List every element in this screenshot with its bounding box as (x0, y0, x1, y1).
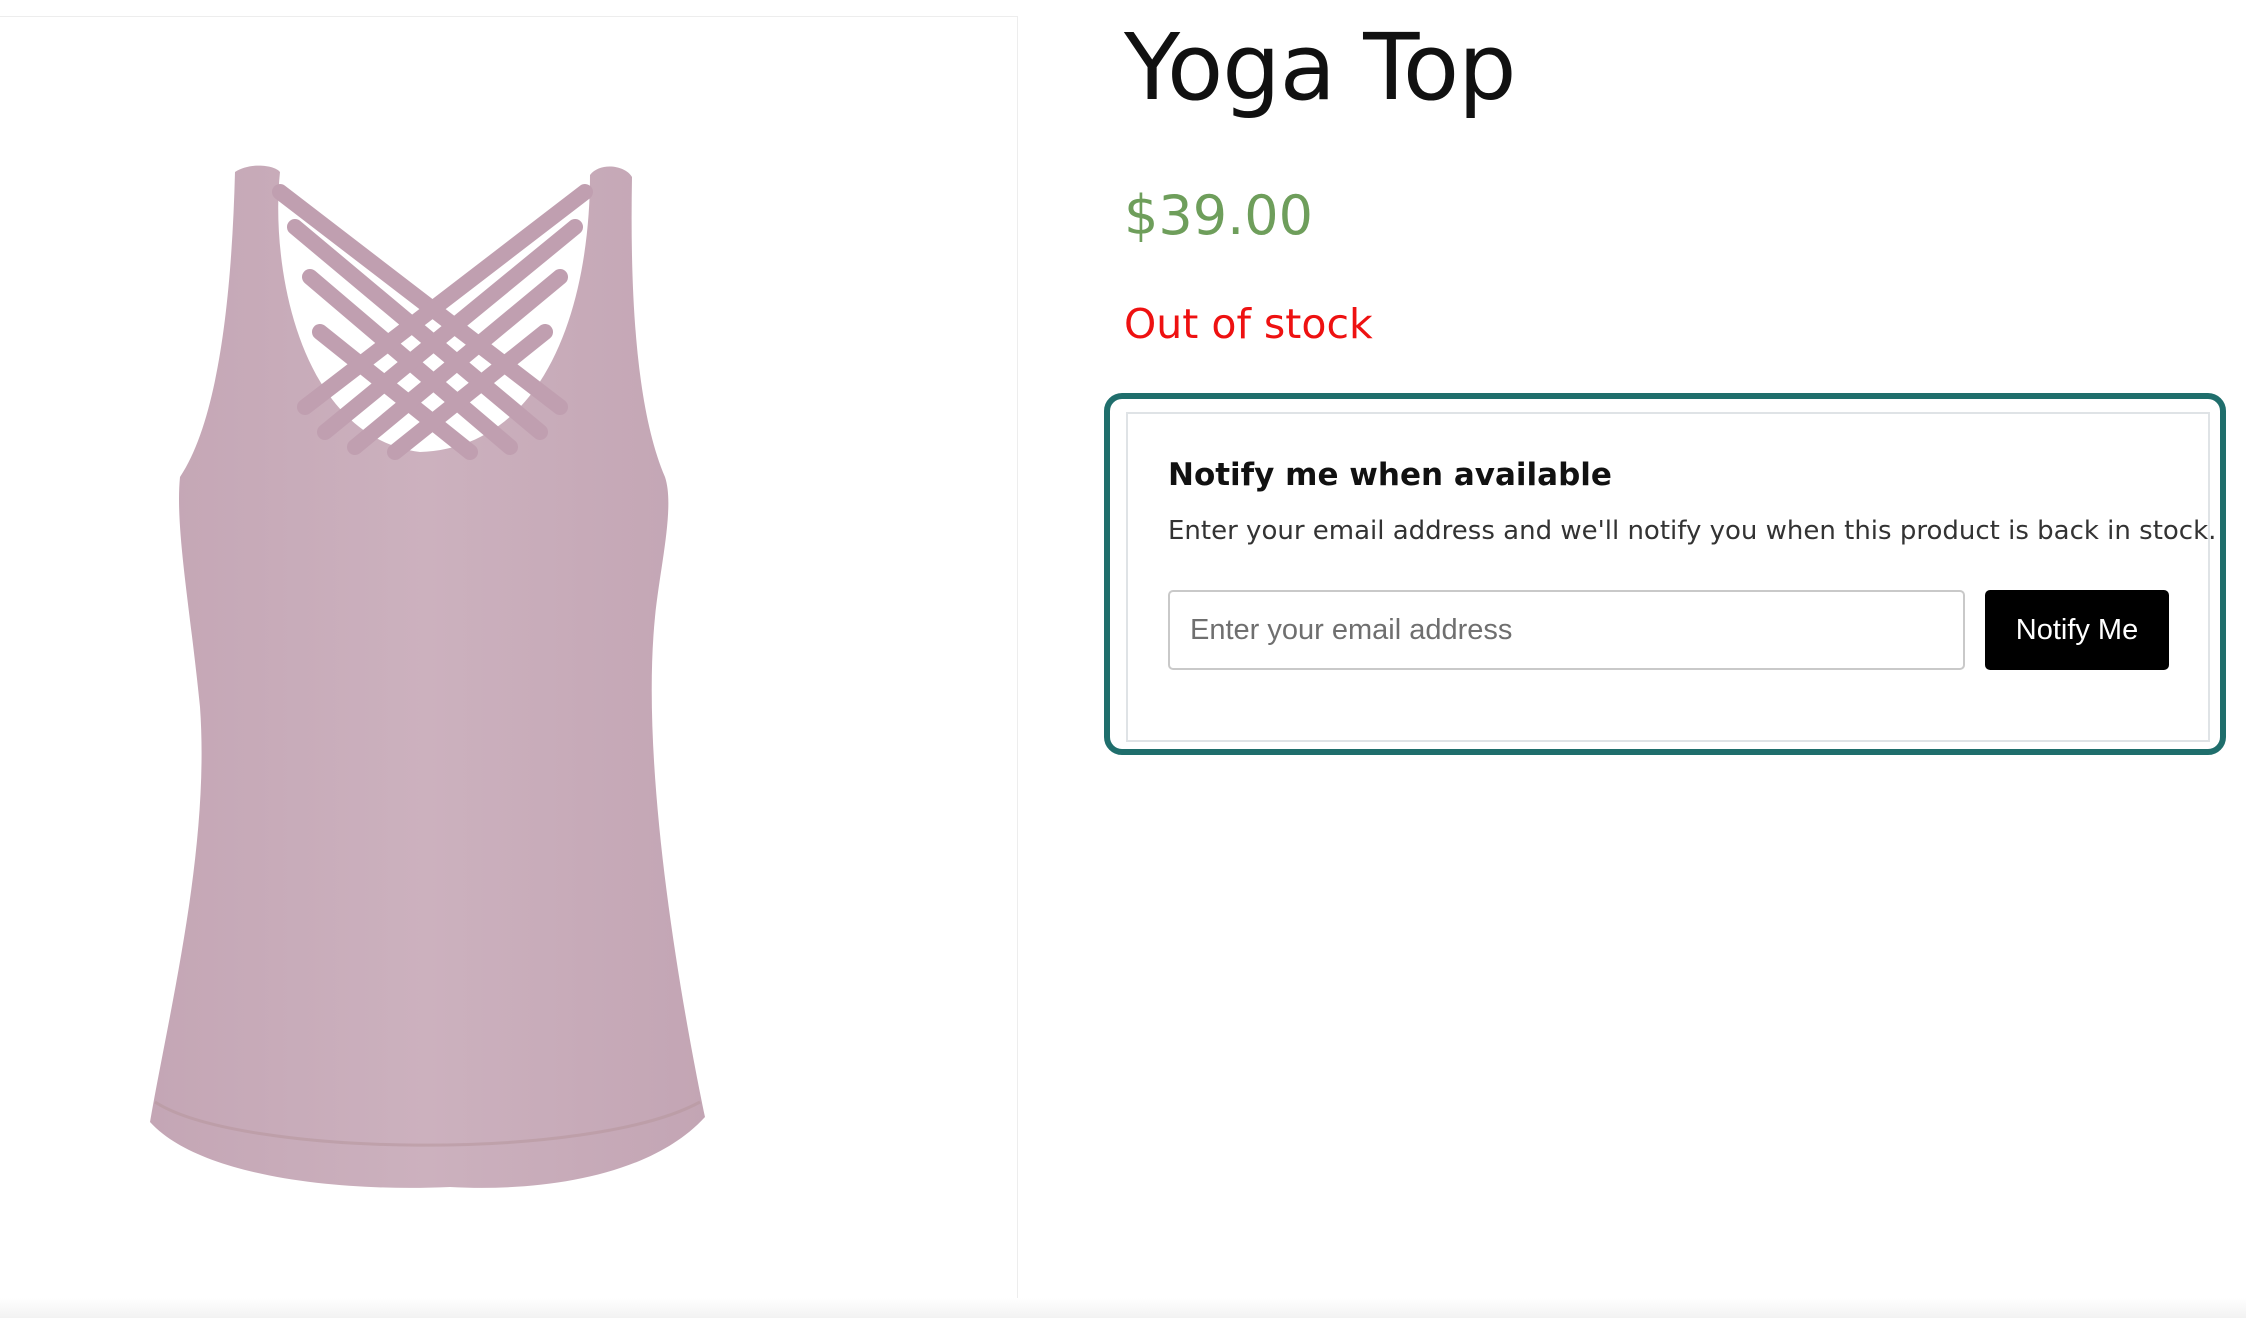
notify-form: Notify me when available Enter your emai… (1126, 412, 2216, 742)
notify-description: Enter your email address and we'll notif… (1168, 516, 2217, 546)
notify-me-button[interactable]: Notify Me (1985, 590, 2169, 670)
page-bottom-edge (0, 1298, 2246, 1318)
product-page: Yoga Top $39.00 Out of stock Notify me w… (0, 0, 2246, 1318)
product-image-panel (0, 16, 1018, 1303)
stock-status: Out of stock (1124, 300, 1373, 348)
product-price: $39.00 (1124, 184, 1313, 247)
product-title: Yoga Top (1124, 14, 1517, 121)
notify-heading: Notify me when available (1168, 457, 1612, 493)
email-input[interactable] (1168, 590, 1965, 670)
product-image (150, 165, 705, 1188)
